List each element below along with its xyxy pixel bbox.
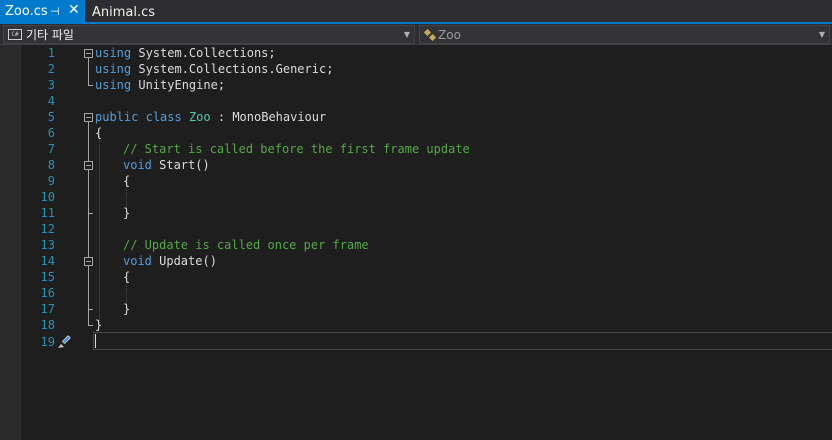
line-number: 4 xyxy=(47,94,55,108)
code-text: System.Collections; xyxy=(131,46,276,60)
code-text: : MonoBehaviour xyxy=(210,110,327,124)
code-line: 1 using System.Collections; xyxy=(0,45,832,61)
code-line: 5 public class Zoo : MonoBehaviour xyxy=(0,109,832,125)
class-icon xyxy=(424,29,436,41)
line-number: 15 xyxy=(40,270,55,284)
line-number: 19 xyxy=(40,335,55,349)
quick-actions-brush-icon[interactable] xyxy=(56,334,74,350)
line-number: 14 xyxy=(40,254,55,268)
keyword: void xyxy=(123,158,152,172)
close-icon[interactable]: ✕ xyxy=(68,2,80,18)
keyword: void xyxy=(123,254,152,268)
code-line: 9 { xyxy=(0,173,832,189)
navigation-bar: C# 기타 파일 ▼ Zoo ▼ xyxy=(0,24,832,45)
tab-label: Animal.cs xyxy=(92,4,156,20)
line-number: 8 xyxy=(47,158,55,172)
code-text: System.Collections.Generic; xyxy=(131,62,334,76)
code-line: 10 xyxy=(0,189,832,205)
pin-icon[interactable]: ⊣ xyxy=(50,5,60,18)
code-text: { xyxy=(95,126,103,140)
code-text: } xyxy=(123,302,131,316)
line-number: 11 xyxy=(40,206,55,220)
line-number: 18 xyxy=(40,318,55,332)
code-line: 16 xyxy=(0,285,832,301)
code-line: 8 void Start() xyxy=(0,157,832,173)
code-line: 3 using UnityEngine; xyxy=(0,77,832,93)
current-line-highlight xyxy=(93,332,832,350)
line-number: 7 xyxy=(47,142,55,156)
code-line: 4 xyxy=(0,93,832,109)
code-text: { xyxy=(123,270,131,284)
line-number: 17 xyxy=(40,302,55,316)
class-label: Zoo xyxy=(438,27,461,42)
code-line: 2 using System.Collections.Generic; xyxy=(0,61,832,77)
code-line: 7 // Start is called before the first fr… xyxy=(0,141,832,157)
keyword: using xyxy=(95,46,132,60)
code-line: 17 } xyxy=(0,301,832,317)
document-tab-bar: Zoo.cs ⊣ ✕ Animal.cs xyxy=(0,0,832,24)
line-number: 10 xyxy=(40,190,55,204)
type-name: Zoo xyxy=(188,110,211,124)
code-line: 14 void Update() xyxy=(0,253,832,269)
keyword: using xyxy=(95,78,132,92)
project-label: 기타 파일 xyxy=(26,28,74,42)
text-caret xyxy=(95,334,96,348)
chevron-down-icon: ▼ xyxy=(818,30,825,39)
chevron-down-icon: ▼ xyxy=(403,30,410,39)
code-text: Update() xyxy=(151,254,217,268)
code-line: 12 xyxy=(0,221,832,237)
line-number: 6 xyxy=(47,126,55,140)
code-text: { xyxy=(123,174,131,188)
tab-zoo-cs[interactable]: Zoo.cs ⊣ ✕ xyxy=(0,0,85,24)
code-text: Start() xyxy=(151,158,210,172)
line-number: 16 xyxy=(40,286,55,300)
code-text: } xyxy=(95,318,103,332)
keyword: public xyxy=(95,110,139,124)
comment: // Start is called before the first fram… xyxy=(123,142,470,156)
tab-animal-cs[interactable]: Animal.cs xyxy=(86,0,155,24)
code-text: UnityEngine; xyxy=(131,78,226,92)
line-number: 2 xyxy=(47,62,55,76)
keyword: class xyxy=(145,110,182,124)
line-number: 13 xyxy=(40,238,55,252)
comment: // Update is called once per frame xyxy=(123,238,369,252)
code-line: 18 } xyxy=(0,317,832,333)
line-number: 1 xyxy=(47,46,55,60)
code-line: 6 { xyxy=(0,125,832,141)
line-number: 3 xyxy=(47,78,55,92)
line-number: 5 xyxy=(47,110,55,124)
line-number: 12 xyxy=(40,222,55,236)
code-line: 11 } xyxy=(0,205,832,221)
code-editor[interactable]: 1 using System.Collections; 2 using Syst… xyxy=(0,45,832,440)
code-line: 15 { xyxy=(0,269,832,285)
code-line: 13 // Update is called once per frame xyxy=(0,237,832,253)
keyword: using xyxy=(95,62,132,76)
line-number: 9 xyxy=(47,174,55,188)
csharp-file-icon: C# xyxy=(8,29,22,40)
code-text: } xyxy=(123,206,131,220)
class-dropdown[interactable]: Zoo ▼ xyxy=(419,25,830,44)
project-dropdown[interactable]: C# 기타 파일 ▼ xyxy=(3,25,415,44)
tab-label: Zoo.cs xyxy=(5,3,48,19)
